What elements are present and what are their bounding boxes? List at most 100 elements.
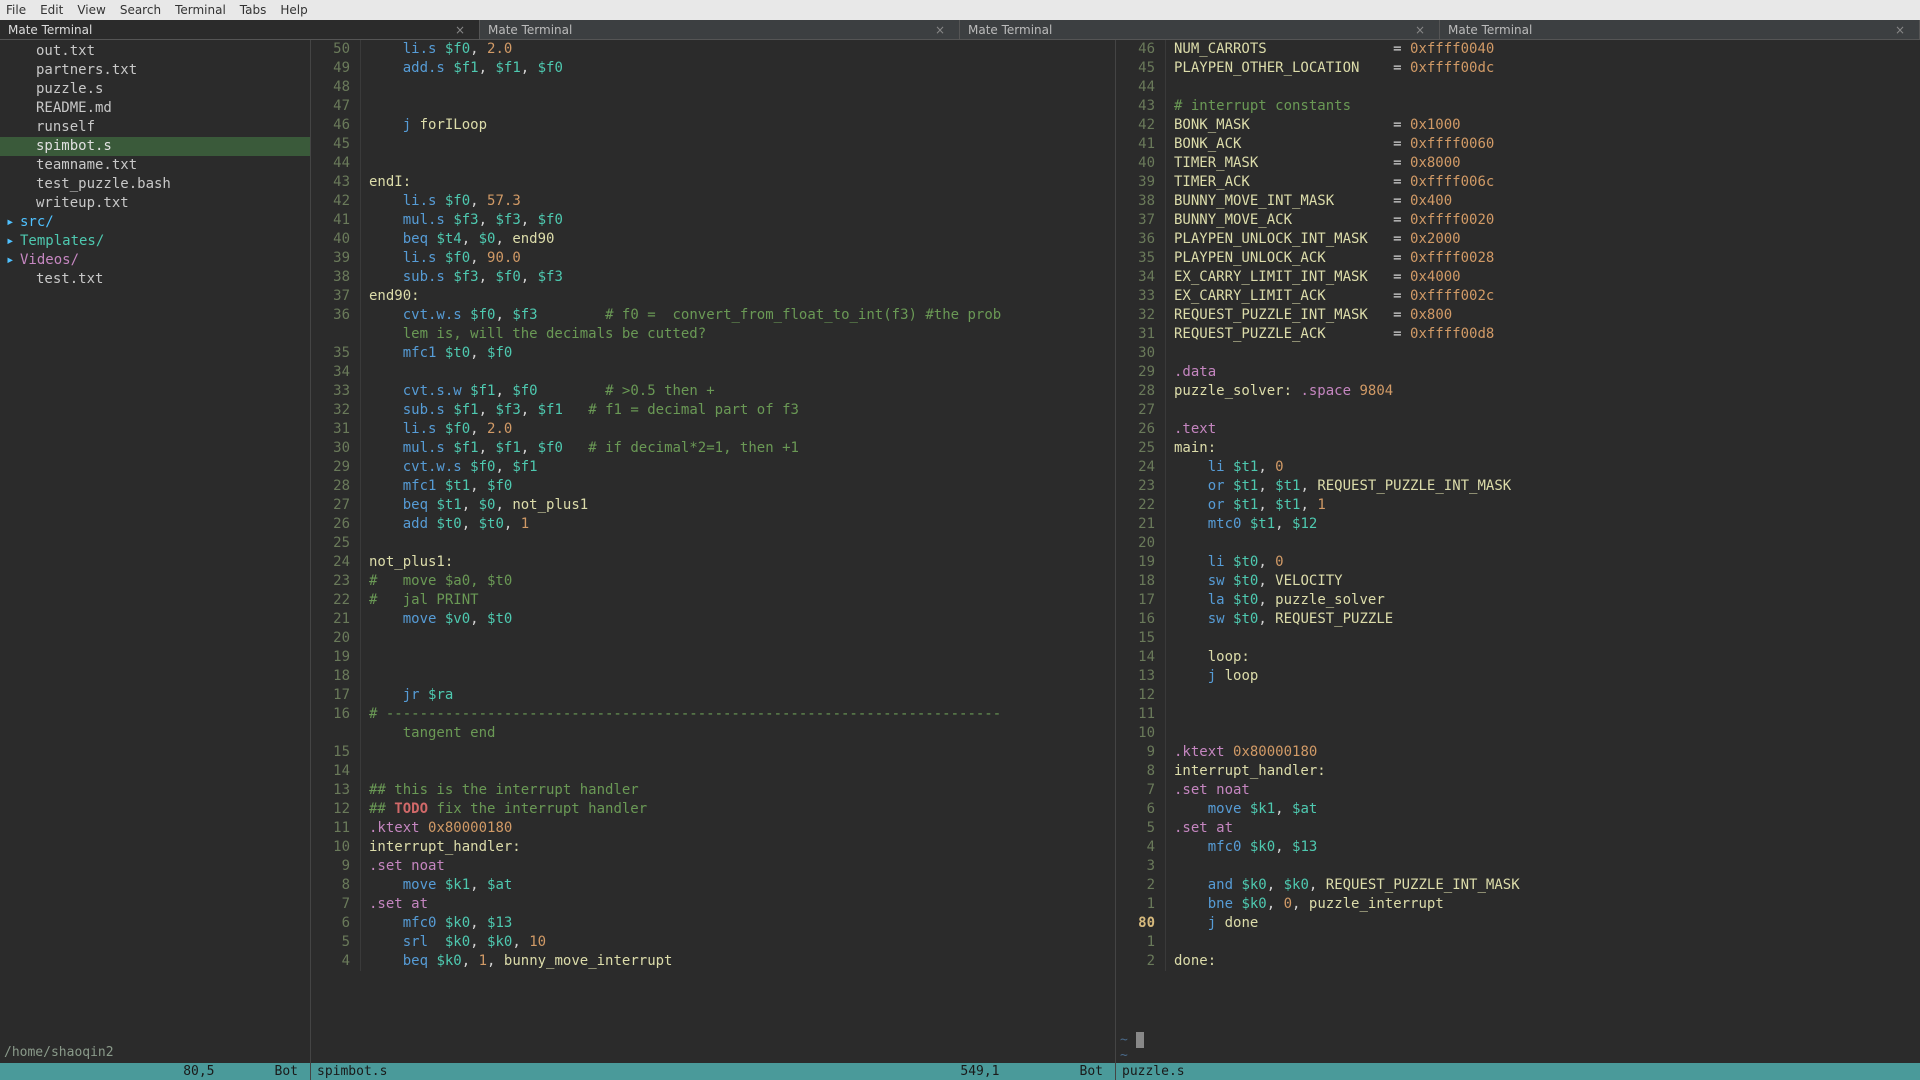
code-line[interactable]: 27 xyxy=(1116,401,1920,420)
code-line[interactable]: 34 xyxy=(311,363,1115,382)
filetree-item[interactable]: test.txt xyxy=(0,270,310,289)
code-line[interactable]: 9.set noat xyxy=(311,857,1115,876)
code-line[interactable]: 50 li.s $f0, 2.0 xyxy=(311,40,1115,59)
code-line[interactable]: 15 xyxy=(1116,629,1920,648)
code-line[interactable]: 13## this is the interrupt handler xyxy=(311,781,1115,800)
code-line[interactable]: 38BUNNY_MOVE_INT_MASK = 0x400 xyxy=(1116,192,1920,211)
code-line[interactable]: 8interrupt_handler: xyxy=(1116,762,1920,781)
code-line[interactable]: 11.ktext 0x80000180 xyxy=(311,819,1115,838)
code-line[interactable]: 7.set noat xyxy=(1116,781,1920,800)
code-line[interactable]: 39TIMER_ACK = 0xffff006c xyxy=(1116,173,1920,192)
code-line[interactable]: 6 mfc0 $k0, $13 xyxy=(311,914,1115,933)
code-line[interactable]: 11 xyxy=(1116,705,1920,724)
filetree-item[interactable]: writeup.txt xyxy=(0,194,310,213)
code-line[interactable]: 26.text xyxy=(1116,420,1920,439)
code-line[interactable]: 4 mfc0 $k0, $13 xyxy=(1116,838,1920,857)
code-line[interactable]: 43endI: xyxy=(311,173,1115,192)
code-line[interactable]: 41 mul.s $f3, $f3, $f0 xyxy=(311,211,1115,230)
code-line[interactable]: 24 li $t1, 0 xyxy=(1116,458,1920,477)
code-line[interactable]: 1 xyxy=(1116,933,1920,952)
code-line[interactable]: 31 li.s $f0, 2.0 xyxy=(311,420,1115,439)
code-line[interactable]: lem is, will the decimals be cutted? xyxy=(311,325,1115,344)
code-line[interactable]: 45PLAYPEN_OTHER_LOCATION = 0xffff00dc xyxy=(1116,59,1920,78)
tab-bar[interactable]: Mate Terminal×Mate Terminal×Mate Termina… xyxy=(0,20,1920,40)
filetree-item[interactable]: partners.txt xyxy=(0,61,310,80)
dir-name[interactable]: Templates/ xyxy=(20,233,104,249)
code-line[interactable]: 6 move $k1, $at xyxy=(1116,800,1920,819)
code-line[interactable]: 45 xyxy=(311,135,1115,154)
terminal-tab[interactable]: Mate Terminal× xyxy=(480,20,960,39)
code-line[interactable]: 2done: xyxy=(1116,952,1920,971)
code-line[interactable]: 44 xyxy=(1116,78,1920,97)
code-line[interactable]: 9.ktext 0x80000180 xyxy=(1116,743,1920,762)
terminal-tab[interactable]: Mate Terminal× xyxy=(1440,20,1920,39)
code-body-left[interactable]: 50 li.s $f0, 2.049 add.s $f1, $f1, $f048… xyxy=(311,40,1115,1063)
code-line[interactable]: 37end90: xyxy=(311,287,1115,306)
code-line[interactable]: 12## TODO fix the interrupt handler xyxy=(311,800,1115,819)
menu-view[interactable]: View xyxy=(77,3,105,17)
code-line[interactable]: 36PLAYPEN_UNLOCK_INT_MASK = 0x2000 xyxy=(1116,230,1920,249)
expand-icon[interactable]: ▸ xyxy=(6,213,14,232)
filetree-item[interactable]: ▸Templates/ xyxy=(0,232,310,251)
code-line[interactable]: 10interrupt_handler: xyxy=(311,838,1115,857)
code-line[interactable]: 38 sub.s $f3, $f0, $f3 xyxy=(311,268,1115,287)
dir-name[interactable]: src/ xyxy=(20,214,54,230)
terminal-tab[interactable]: Mate Terminal× xyxy=(960,20,1440,39)
code-body-right[interactable]: 46NUM_CARROTS = 0xffff004045PLAYPEN_OTHE… xyxy=(1116,40,1920,1032)
filetree-item[interactable]: runself xyxy=(0,118,310,137)
code-line[interactable]: 5 srl $k0, $k0, 10 xyxy=(311,933,1115,952)
file-tree[interactable]: out.txtpartners.txtpuzzle.sREADME.mdruns… xyxy=(0,40,310,291)
code-line[interactable]: 26 add $t0, $t0, 1 xyxy=(311,515,1115,534)
code-line[interactable]: 41BONK_ACK = 0xffff0060 xyxy=(1116,135,1920,154)
code-line[interactable]: 36 cvt.w.s $f0, $f3 # f0 = convert_from_… xyxy=(311,306,1115,325)
code-line[interactable]: 23 or $t1, $t1, REQUEST_PUZZLE_INT_MASK xyxy=(1116,477,1920,496)
code-line[interactable]: 49 add.s $f1, $f1, $f0 xyxy=(311,59,1115,78)
code-line[interactable]: tangent end xyxy=(311,724,1115,743)
menubar[interactable]: FileEditViewSearchTerminalTabsHelp xyxy=(0,0,1920,20)
code-line[interactable]: 19 xyxy=(311,648,1115,667)
menu-search[interactable]: Search xyxy=(120,3,161,17)
code-line[interactable]: 46NUM_CARROTS = 0xffff0040 xyxy=(1116,40,1920,59)
code-line[interactable]: 32REQUEST_PUZZLE_INT_MASK = 0x800 xyxy=(1116,306,1920,325)
code-line[interactable]: 1 bne $k0, 0, puzzle_interrupt xyxy=(1116,895,1920,914)
code-line[interactable]: 17 la $t0, puzzle_solver xyxy=(1116,591,1920,610)
code-line[interactable]: 42BONK_MASK = 0x1000 xyxy=(1116,116,1920,135)
code-line[interactable]: 33 cvt.s.w $f1, $f0 # >0.5 then + xyxy=(311,382,1115,401)
code-line[interactable]: 19 li $t0, 0 xyxy=(1116,553,1920,572)
code-line[interactable]: 18 sw $t0, VELOCITY xyxy=(1116,572,1920,591)
code-line[interactable]: 46 j forILoop xyxy=(311,116,1115,135)
code-line[interactable]: 7.set at xyxy=(311,895,1115,914)
code-line[interactable]: 31REQUEST_PUZZLE_ACK = 0xffff00d8 xyxy=(1116,325,1920,344)
menu-terminal[interactable]: Terminal xyxy=(175,3,226,17)
code-line[interactable]: 18 xyxy=(311,667,1115,686)
terminal-tab[interactable]: Mate Terminal× xyxy=(0,20,480,39)
close-icon[interactable]: × xyxy=(1895,23,1905,37)
code-line[interactable]: 20 xyxy=(1116,534,1920,553)
expand-icon[interactable]: ▸ xyxy=(6,251,14,270)
code-line[interactable]: 2 and $k0, $k0, REQUEST_PUZZLE_INT_MASK xyxy=(1116,876,1920,895)
code-line[interactable]: 10 xyxy=(1116,724,1920,743)
filetree-item[interactable]: puzzle.s xyxy=(0,80,310,99)
code-line[interactable]: 21 mtc0 $t1, $12 xyxy=(1116,515,1920,534)
code-line[interactable]: 12 xyxy=(1116,686,1920,705)
code-line[interactable]: 3 xyxy=(1116,857,1920,876)
code-line[interactable]: 40 beq $t4, $0, end90 xyxy=(311,230,1115,249)
code-line[interactable]: 42 li.s $f0, 57.3 xyxy=(311,192,1115,211)
code-line[interactable]: 25main: xyxy=(1116,439,1920,458)
filetree-item[interactable]: teamname.txt xyxy=(0,156,310,175)
filetree-item[interactable]: README.md xyxy=(0,99,310,118)
menu-tabs[interactable]: Tabs xyxy=(240,3,267,17)
code-line[interactable]: 34EX_CARRY_LIMIT_INT_MASK = 0x4000 xyxy=(1116,268,1920,287)
code-line[interactable]: 4 beq $k0, 1, bunny_move_interrupt xyxy=(311,952,1115,971)
code-line[interactable]: 44 xyxy=(311,154,1115,173)
code-line[interactable]: 39 li.s $f0, 90.0 xyxy=(311,249,1115,268)
filetree-item[interactable]: ▸ src/ xyxy=(0,213,310,232)
code-line[interactable]: 15 xyxy=(311,743,1115,762)
code-line[interactable]: 35PLAYPEN_UNLOCK_ACK = 0xffff0028 xyxy=(1116,249,1920,268)
code-line[interactable]: 35 mfc1 $t0, $f0 xyxy=(311,344,1115,363)
code-line[interactable]: 48 xyxy=(311,78,1115,97)
menu-help[interactable]: Help xyxy=(280,3,307,17)
close-icon[interactable]: × xyxy=(1415,23,1425,37)
code-line[interactable]: 40TIMER_MASK = 0x8000 xyxy=(1116,154,1920,173)
filetree-item[interactable]: spimbot.s xyxy=(0,137,310,156)
